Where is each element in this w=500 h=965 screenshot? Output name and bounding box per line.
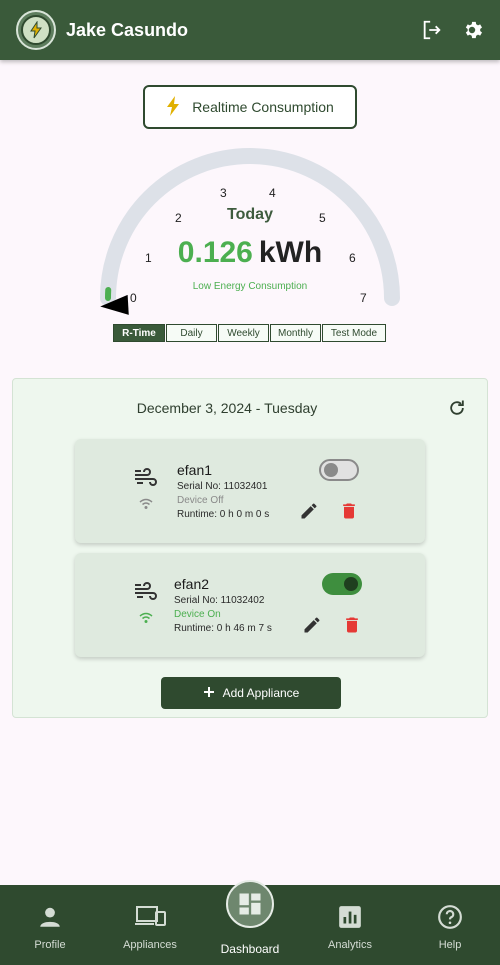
tab-daily[interactable]: Daily xyxy=(166,324,217,342)
fan-icon xyxy=(133,581,159,608)
power-toggle[interactable] xyxy=(319,459,359,481)
bolt-logo-icon xyxy=(21,15,51,45)
tab-rtime[interactable]: R-Time xyxy=(113,324,165,342)
analytics-icon xyxy=(337,903,363,931)
appliance-serial: Serial No: 11032401 xyxy=(177,481,268,492)
gauge-reading: 0.126 kWh xyxy=(90,236,410,270)
plus-icon xyxy=(203,686,215,701)
username: Jake Casundo xyxy=(66,19,189,40)
gauge-unit: kWh xyxy=(258,236,323,269)
tab-weekly[interactable]: Weekly xyxy=(218,324,269,342)
gauge-scale-label: 4 xyxy=(269,186,276,200)
delete-icon[interactable] xyxy=(339,501,359,521)
nav-dashboard[interactable]: Dashboard xyxy=(200,880,300,965)
appliance-panel: December 3, 2024 - Tuesday efan1 Serial … xyxy=(12,378,488,718)
gauge-scale-label: 3 xyxy=(220,186,227,200)
gear-icon[interactable] xyxy=(460,18,484,42)
nav-label: Appliances xyxy=(123,939,177,951)
app-header: Jake Casundo xyxy=(0,0,500,60)
gauge-period: Today xyxy=(227,206,273,223)
person-icon xyxy=(37,903,63,931)
wifi-icon xyxy=(138,497,154,515)
help-icon xyxy=(437,903,463,931)
gauge-value: 0.126 xyxy=(177,236,253,269)
appliance-card[interactable]: efan2 Serial No: 11032402 Device On Runt… xyxy=(75,553,425,657)
nav-appliances[interactable]: Appliances xyxy=(100,885,200,965)
add-appliance-button[interactable]: Add Appliance xyxy=(161,677,341,709)
bolt-icon xyxy=(166,95,180,119)
nav-label: Help xyxy=(438,939,462,951)
appliance-card[interactable]: efan1 Serial No: 11032401 Device Off Run… xyxy=(75,439,425,543)
nav-label: Profile xyxy=(34,939,66,951)
appliance-name: efan1 xyxy=(177,462,213,478)
nav-label: Analytics xyxy=(327,939,373,951)
avatar[interactable] xyxy=(16,10,56,50)
edit-icon[interactable] xyxy=(299,501,319,521)
tab-monthly[interactable]: Monthly xyxy=(270,324,321,342)
gauge-scale-label: 0 xyxy=(130,291,137,305)
appliance-runtime: Runtime: 0 h 0 m 0 s xyxy=(177,509,270,520)
edit-icon[interactable] xyxy=(302,615,322,635)
add-appliance-label: Add Appliance xyxy=(222,686,300,700)
logout-icon[interactable] xyxy=(420,18,444,42)
dashboard-icon xyxy=(226,880,274,928)
toggle-knob xyxy=(324,463,338,477)
mode-tabs: R-Time Daily Weekly Monthly Test Mode xyxy=(113,324,387,342)
tab-test-mode[interactable]: Test Mode xyxy=(322,324,386,342)
gauge-scale-label: 7 xyxy=(360,291,367,305)
appliance-name: efan2 xyxy=(174,576,210,592)
nav-label: Dashboard xyxy=(220,942,280,956)
gauge-track xyxy=(100,148,400,306)
gauge-status: Low Energy Consumption xyxy=(192,281,308,292)
nav-analytics[interactable]: Analytics xyxy=(300,885,400,965)
fan-icon xyxy=(133,467,159,494)
appliance-status: Device On xyxy=(174,609,221,620)
bottom-nav: Profile Appliances Dashboard Analytics H… xyxy=(0,880,500,965)
devices-icon xyxy=(134,903,166,931)
appliance-runtime: Runtime: 0 h 46 m 7 s xyxy=(174,623,272,634)
realtime-consumption-label: Realtime Consumption xyxy=(192,99,334,115)
wifi-icon xyxy=(138,611,154,629)
nav-help[interactable]: Help xyxy=(400,885,500,965)
nav-profile[interactable]: Profile xyxy=(0,885,100,965)
power-toggle[interactable] xyxy=(322,573,362,595)
energy-gauge: 0 1 2 3 4 5 6 7 Today 0.126 kWh Low Energ… xyxy=(90,148,410,318)
toggle-knob xyxy=(344,577,358,591)
delete-icon[interactable] xyxy=(342,615,362,635)
panel-date: December 3, 2024 - Tuesday xyxy=(136,400,318,416)
appliance-status: Device Off xyxy=(177,495,224,506)
appliance-serial: Serial No: 11032402 xyxy=(174,595,265,606)
refresh-icon[interactable] xyxy=(447,398,467,418)
realtime-consumption-button[interactable]: Realtime Consumption xyxy=(143,85,357,129)
